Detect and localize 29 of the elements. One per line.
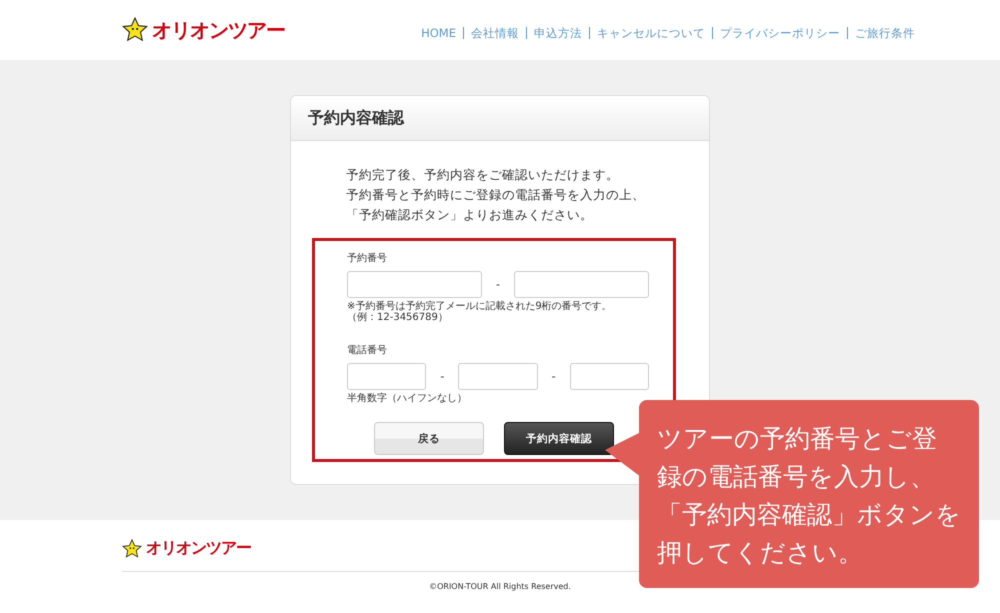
nav-link[interactable]: キャンセルについて xyxy=(589,27,712,39)
field-label: 電話番号 xyxy=(347,344,388,357)
nav-link[interactable]: 申込方法 xyxy=(526,27,589,39)
brand-logo-text[interactable]: オリオンツアー xyxy=(152,16,285,44)
star-mascot-icon xyxy=(122,538,142,558)
input-field[interactable] xyxy=(347,363,426,390)
input-field[interactable] xyxy=(570,363,649,390)
input-field[interactable] xyxy=(514,271,650,298)
instruction-callout: ツアーの予約番号とご登録の電話番号を入力し、「予約内容確認」ボタンを押してください。 xyxy=(639,400,979,588)
hint-text: ※予約番号は予約完了メールに記載された9桁の番号です。 xyxy=(347,301,613,312)
nav-link[interactable]: プライバシーポリシー xyxy=(712,27,847,39)
input-field[interactable] xyxy=(347,271,482,298)
copyright-text: ©ORION-TOUR All Rights Reserved. xyxy=(428,582,572,591)
nav-link[interactable]: ご旅行条件 xyxy=(847,27,922,39)
hyphen-text: - xyxy=(439,370,446,383)
brand-logo-text: オリオンツアー xyxy=(146,538,251,559)
hint-text: 半角数字（ハイフンなし） xyxy=(347,393,468,404)
hint-text: （例：12-3456789） xyxy=(347,312,449,323)
hyphen-text: - xyxy=(495,278,501,291)
confirm-button[interactable]: 予約内容確認 xyxy=(504,422,614,455)
input-field[interactable] xyxy=(458,363,538,390)
field-label: 予約番号 xyxy=(347,252,388,265)
hyphen-text: - xyxy=(550,370,557,383)
nav-link[interactable]: HOME xyxy=(414,27,463,39)
star-mascot-icon xyxy=(122,17,148,43)
nav-link[interactable]: 会社情報 xyxy=(463,27,526,39)
card-title: 予約内容確認 xyxy=(291,96,709,141)
intro-paragraph: 予約完了後、予約内容をご確認いただけます。 予約番号と予約時にご登録の電話番号を入力の上、 「予約確認ボタン」よりお進みください。 xyxy=(346,166,646,224)
back-button[interactable]: 戻る xyxy=(374,422,484,455)
